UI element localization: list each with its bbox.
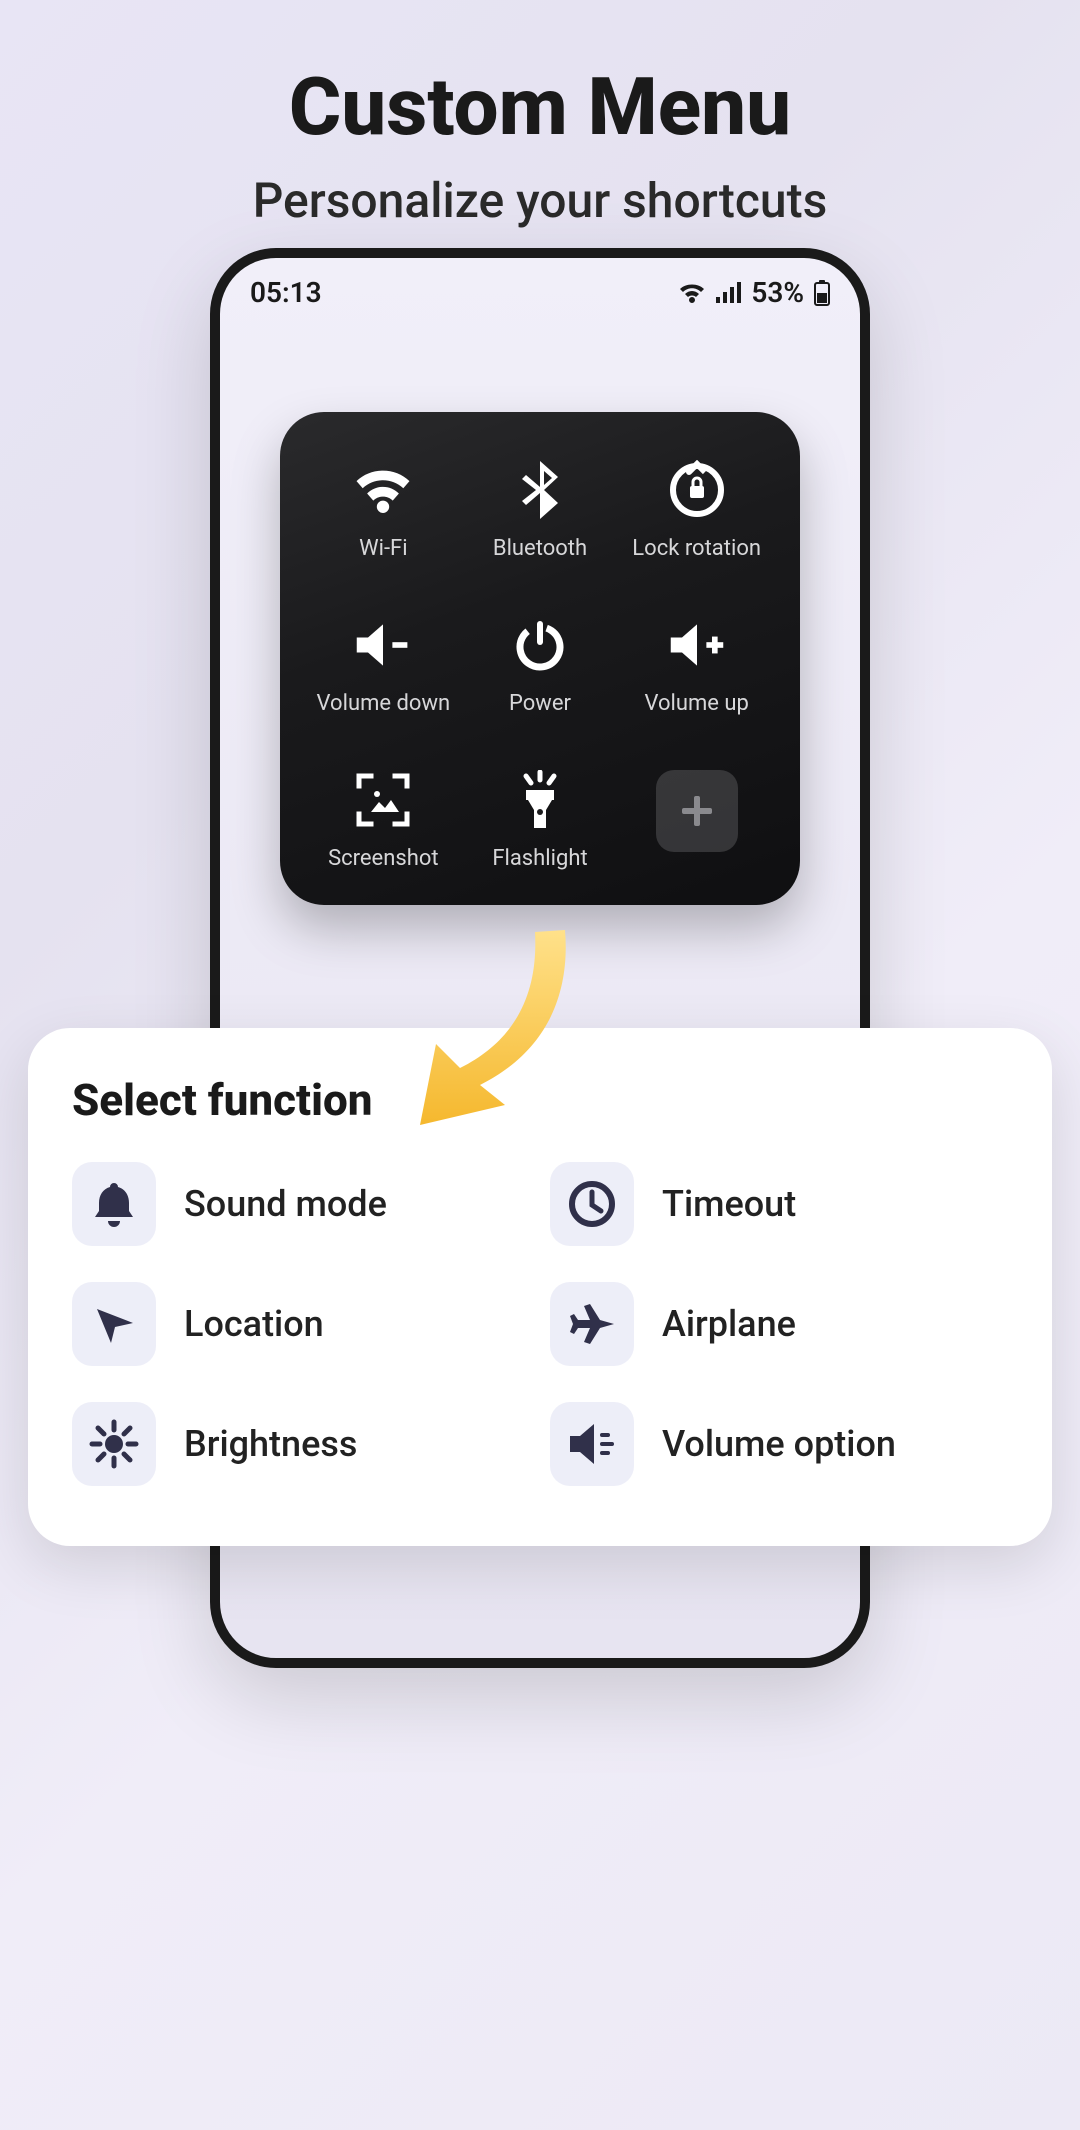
callout-arrow <box>410 920 610 1140</box>
function-airplane[interactable]: Airplane <box>550 1282 1008 1366</box>
function-brightness[interactable]: Brightness <box>72 1402 530 1486</box>
cellular-signal-icon <box>715 282 741 304</box>
shortcut-panel: Wi-Fi Bluetooth Lock rotation <box>280 412 800 905</box>
function-location[interactable]: Location <box>72 1282 530 1366</box>
page-subtitle: Personalize your shortcuts <box>0 172 1080 229</box>
lock-rotation-icon <box>667 460 727 520</box>
function-label: Brightness <box>184 1423 357 1465</box>
page-title: Custom Menu <box>0 60 1080 154</box>
shortcut-volume-up[interactable]: Volume up <box>623 615 770 716</box>
function-label: Volume option <box>662 1423 896 1465</box>
status-time: 05:13 <box>250 276 322 309</box>
add-tile[interactable] <box>656 770 738 852</box>
shortcut-label: Power <box>509 691 571 716</box>
function-timeout[interactable]: Timeout <box>550 1162 1008 1246</box>
shortcut-label: Lock rotation <box>632 536 761 561</box>
shortcut-label: Flashlight <box>492 846 587 871</box>
shortcut-label: Volume up <box>644 691 748 716</box>
screenshot-icon <box>353 770 413 830</box>
function-label: Sound mode <box>184 1183 387 1225</box>
battery-icon <box>814 280 830 306</box>
function-label: Location <box>184 1303 324 1345</box>
shortcut-label: Volume down <box>317 691 451 716</box>
shortcut-volume-down[interactable]: Volume down <box>310 615 457 716</box>
shortcut-add[interactable] <box>623 770 770 871</box>
shortcut-flashlight[interactable]: Flashlight <box>467 770 614 871</box>
status-bar: 05:13 53% <box>220 258 860 309</box>
shortcut-lock-rotation[interactable]: Lock rotation <box>623 460 770 561</box>
wifi-status-icon <box>679 282 705 304</box>
shortcut-label: Screenshot <box>328 846 439 871</box>
battery-percentage: 53% <box>751 276 804 309</box>
bell-icon <box>72 1162 156 1246</box>
airplane-icon <box>550 1282 634 1366</box>
function-label: Airplane <box>662 1303 796 1345</box>
bluetooth-icon <box>510 460 570 520</box>
location-icon <box>72 1282 156 1366</box>
plus-icon <box>678 792 716 830</box>
shortcut-power[interactable]: Power <box>467 615 614 716</box>
function-sound-mode[interactable]: Sound mode <box>72 1162 530 1246</box>
shortcut-label: Wi-Fi <box>359 536 407 561</box>
function-volume-option[interactable]: Volume option <box>550 1402 1008 1486</box>
shortcut-screenshot[interactable]: Screenshot <box>310 770 457 871</box>
function-label: Timeout <box>662 1183 796 1225</box>
brightness-icon <box>72 1402 156 1486</box>
shortcut-label: Bluetooth <box>493 536 587 561</box>
flashlight-icon <box>510 770 570 830</box>
volume-down-icon <box>353 615 413 675</box>
power-icon <box>510 615 570 675</box>
shortcut-bluetooth[interactable]: Bluetooth <box>467 460 614 561</box>
volume-option-icon <box>550 1402 634 1486</box>
clock-icon <box>550 1162 634 1246</box>
wifi-icon <box>353 460 413 520</box>
shortcut-wifi[interactable]: Wi-Fi <box>310 460 457 561</box>
volume-up-icon <box>667 615 727 675</box>
